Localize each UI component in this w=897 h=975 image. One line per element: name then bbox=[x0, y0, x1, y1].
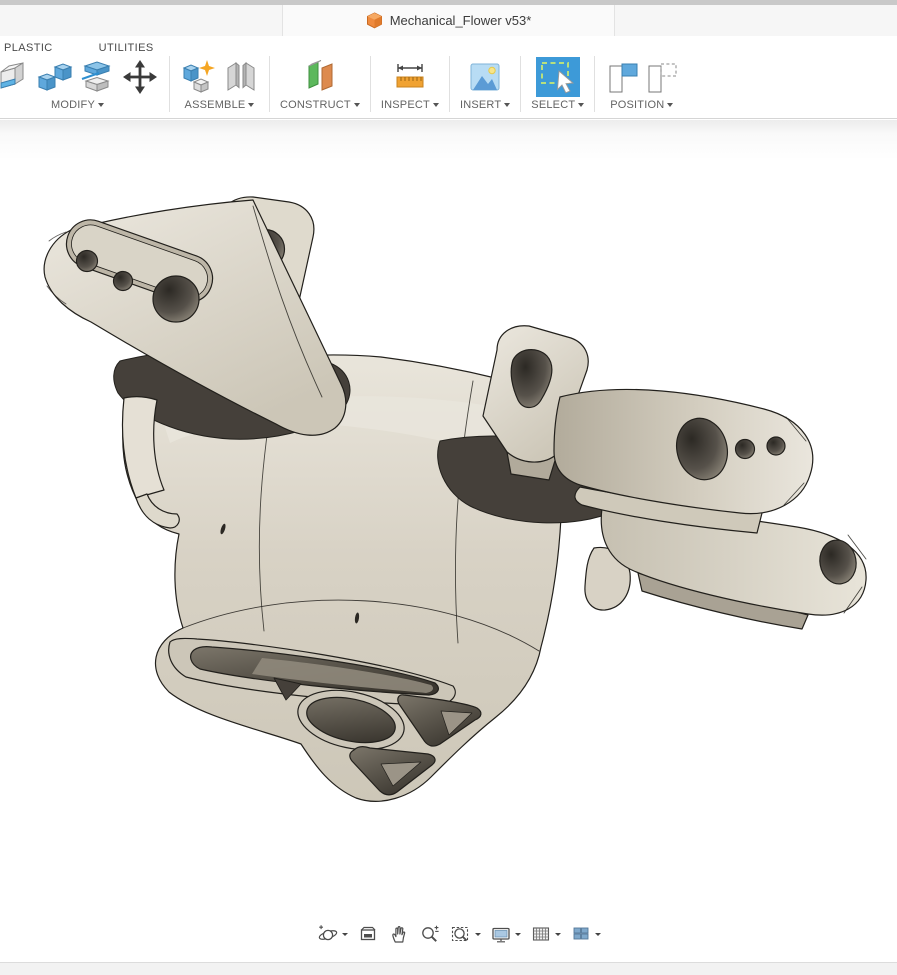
construction-plane-icon[interactable] bbox=[301, 58, 339, 96]
viewports-icon bbox=[570, 923, 592, 945]
chevron-down-icon bbox=[342, 933, 348, 936]
group-modify: MODIFY bbox=[0, 56, 170, 112]
view-navigation-bar bbox=[308, 921, 610, 947]
chevron-down-icon bbox=[504, 103, 510, 107]
chevron-down-icon bbox=[555, 933, 561, 936]
chevron-down-icon bbox=[515, 933, 521, 936]
position-dropdown[interactable]: POSITION bbox=[610, 99, 673, 111]
insert-dropdown[interactable]: INSERT bbox=[460, 99, 510, 111]
timeline-strip bbox=[0, 962, 897, 975]
display-settings-button[interactable] bbox=[487, 922, 524, 946]
chevron-down-icon bbox=[433, 103, 439, 107]
group-construct: CONSTRUCT bbox=[270, 56, 371, 112]
display-settings-icon bbox=[490, 923, 512, 945]
look-at-button[interactable] bbox=[354, 922, 382, 946]
assemble-dropdown[interactable]: ASSEMBLE bbox=[185, 99, 255, 111]
insert-image-icon[interactable] bbox=[466, 59, 504, 95]
select-dropdown[interactable]: SELECT bbox=[531, 99, 584, 111]
inspect-dropdown[interactable]: INSPECT bbox=[381, 99, 439, 111]
fit-button[interactable] bbox=[447, 922, 484, 946]
move-icon[interactable] bbox=[121, 58, 159, 96]
revert-position-icon[interactable] bbox=[644, 58, 678, 96]
fusion-window: Mechanical_Flower v53* PLASTIC UTILITIES bbox=[0, 0, 897, 975]
chevron-down-icon bbox=[354, 103, 360, 107]
chevron-down-icon bbox=[475, 933, 481, 936]
pan-button[interactable] bbox=[385, 922, 413, 946]
zoom-button[interactable] bbox=[416, 922, 444, 946]
construct-dropdown[interactable]: CONSTRUCT bbox=[280, 99, 360, 111]
joint-icon[interactable] bbox=[223, 58, 259, 96]
combine-icon[interactable] bbox=[35, 59, 73, 95]
grid-icon bbox=[530, 923, 552, 945]
document-tab[interactable]: Mechanical_Flower v53* bbox=[282, 5, 615, 36]
orbit-icon bbox=[317, 923, 339, 945]
3d-viewport-canvas[interactable] bbox=[0, 120, 897, 962]
chevron-down-icon bbox=[595, 933, 601, 936]
model-3d[interactable] bbox=[0, 120, 897, 962]
split-body-icon[interactable] bbox=[78, 58, 116, 96]
zoom-icon bbox=[419, 923, 441, 945]
capture-position-icon[interactable] bbox=[605, 58, 639, 96]
fit-view-icon bbox=[450, 923, 472, 945]
group-assemble: ASSEMBLE bbox=[170, 56, 270, 112]
new-component-icon[interactable] bbox=[180, 58, 218, 96]
document-cube-icon bbox=[366, 12, 383, 29]
group-position: POSITION bbox=[595, 56, 688, 112]
orbit-button[interactable] bbox=[314, 922, 351, 946]
group-insert: INSERT bbox=[450, 56, 521, 112]
viewports-button[interactable] bbox=[567, 922, 604, 946]
document-title: Mechanical_Flower v53* bbox=[390, 13, 532, 28]
group-inspect: INSPECT bbox=[371, 56, 450, 112]
press-pull-icon[interactable] bbox=[0, 59, 30, 95]
modify-dropdown[interactable]: MODIFY bbox=[51, 99, 104, 111]
title-bar: Mechanical_Flower v53* bbox=[0, 5, 897, 36]
tab-plastic[interactable]: PLASTIC bbox=[4, 42, 53, 56]
pan-hand-icon bbox=[388, 923, 410, 945]
chevron-down-icon bbox=[578, 103, 584, 107]
ribbon-toolbar: PLASTIC UTILITIES bbox=[0, 36, 897, 119]
chevron-down-icon bbox=[98, 103, 104, 107]
ribbon-groups: MODIFY bbox=[0, 56, 897, 112]
chevron-down-icon bbox=[248, 103, 254, 107]
measure-icon[interactable] bbox=[390, 59, 430, 95]
look-at-icon bbox=[357, 923, 379, 945]
chevron-down-icon bbox=[667, 103, 673, 107]
select-tool-icon[interactable] bbox=[536, 57, 580, 97]
ribbon-tab-row: PLASTIC UTILITIES bbox=[0, 36, 897, 56]
grid-snaps-button[interactable] bbox=[527, 922, 564, 946]
tab-utilities[interactable]: UTILITIES bbox=[99, 42, 154, 56]
group-select: SELECT bbox=[521, 56, 595, 112]
